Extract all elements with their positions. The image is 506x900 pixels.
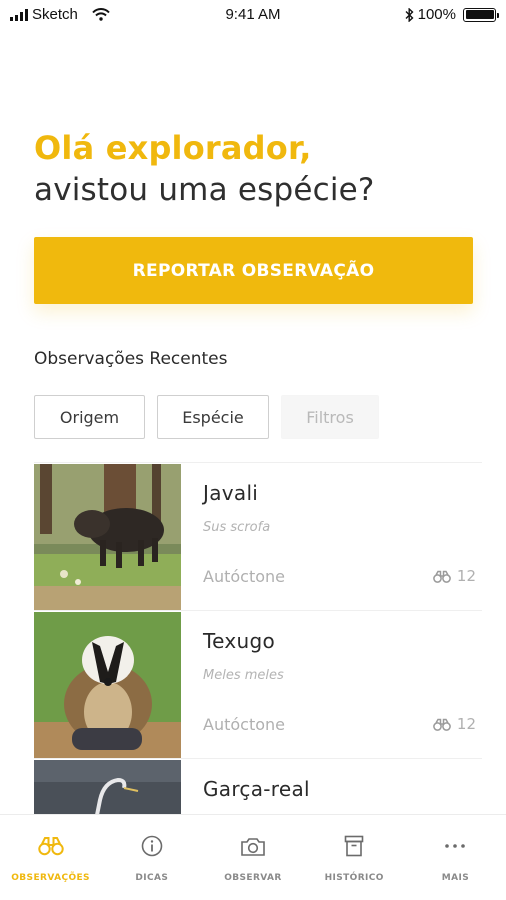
battery-icon xyxy=(463,7,499,22)
nav-label: OBSERVAR xyxy=(224,873,282,883)
nav-observacoes[interactable]: OBSERVAÇÕES xyxy=(0,815,101,900)
battery-percent: 100% xyxy=(417,6,456,23)
nav-dicas[interactable]: DICAS xyxy=(101,815,202,900)
observation-count: 12 xyxy=(433,715,476,733)
garca-real-photo xyxy=(34,760,181,820)
more-icon xyxy=(444,833,466,859)
greeting-subtitle: avistou uma espécie? xyxy=(34,172,375,208)
info-icon xyxy=(141,833,163,859)
nav-historico[interactable]: HISTÓRICO xyxy=(304,815,405,900)
observation-name: Garça-real xyxy=(203,777,310,801)
observation-count-value: 12 xyxy=(456,715,476,733)
binoculars-icon xyxy=(37,833,64,859)
greeting-title: Olá explorador, xyxy=(34,129,312,167)
filter-bar: Origem Espécie Filtros xyxy=(34,395,379,439)
observation-count-value: 12 xyxy=(456,567,476,585)
nav-observar[interactable]: OBSERVAR xyxy=(202,815,303,900)
nav-label: HISTÓRICO xyxy=(324,873,384,883)
observation-origin: Autóctone xyxy=(203,567,285,586)
nav-label: MAIS xyxy=(441,873,470,883)
greeting: Olá explorador, avistou uma espécie? xyxy=(34,128,375,212)
status-right: 100% xyxy=(405,6,499,23)
nav-label: OBSERVAÇÕES xyxy=(11,873,90,883)
binoculars-icon xyxy=(433,718,451,731)
camera-icon xyxy=(240,833,266,859)
archive-icon xyxy=(344,833,364,859)
status-bar: Sketch 9:41 AM 100% xyxy=(0,0,506,30)
observation-count: 12 xyxy=(433,567,476,585)
filter-origem-button[interactable]: Origem xyxy=(34,395,145,439)
filter-especie-button[interactable]: Espécie xyxy=(157,395,269,439)
texugo-photo xyxy=(34,612,181,758)
observation-name: Texugo xyxy=(203,629,276,653)
bottom-nav: OBSERVAÇÕES DICAS OBSERVAR HISTÓRICO MAI… xyxy=(0,814,506,900)
bluetooth-icon xyxy=(405,7,414,22)
binoculars-icon xyxy=(433,570,451,583)
nav-mais[interactable]: MAIS xyxy=(405,815,506,900)
filter-filtros-button[interactable]: Filtros xyxy=(281,395,379,439)
nav-label: DICAS xyxy=(135,873,169,883)
observation-name: Javali xyxy=(203,481,259,505)
observation-origin: Autóctone xyxy=(203,715,285,734)
observation-item-texugo[interactable]: Texugo Meles meles Autóctone 12 xyxy=(34,610,482,758)
report-observation-button[interactable]: REPORTAR OBSERVAÇÃO xyxy=(34,237,473,304)
observation-scientific-name: Meles meles xyxy=(203,668,284,683)
javali-photo xyxy=(34,464,181,610)
observation-scientific-name: Sus scrofa xyxy=(203,520,271,535)
observation-item-javali[interactable]: Javali Sus scrofa Autóctone 12 xyxy=(34,462,482,610)
section-title: Observações Recentes xyxy=(34,349,228,369)
